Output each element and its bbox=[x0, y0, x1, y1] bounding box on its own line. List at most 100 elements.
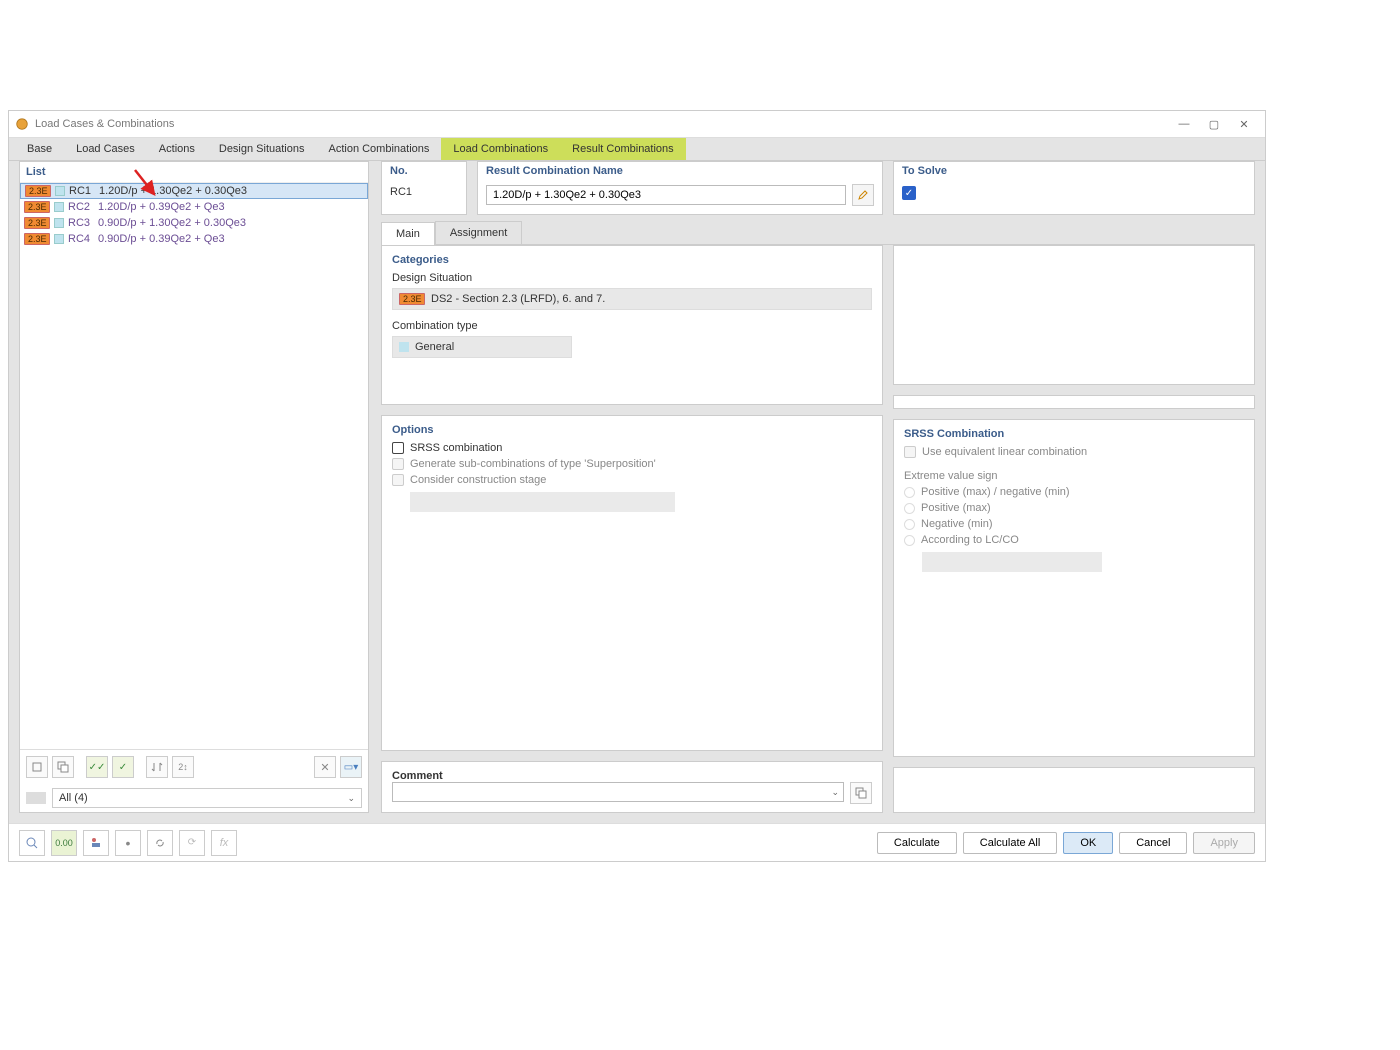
color-swatch bbox=[54, 202, 64, 212]
rc-desc: 1.20D/p + 1.30Qe2 + 0.30Qe3 bbox=[99, 185, 247, 197]
tab-result-combinations[interactable]: Result Combinations bbox=[560, 138, 686, 160]
srss-title: SRSS Combination bbox=[904, 428, 1244, 440]
tab-load-combinations[interactable]: Load Combinations bbox=[441, 138, 560, 160]
maximize-button[interactable]: ▢ bbox=[1199, 114, 1229, 134]
list-item[interactable]: 2.3E RC2 1.20D/p + 0.39Qe2 + Qe3 bbox=[20, 199, 368, 215]
stage-label: Consider construction stage bbox=[410, 474, 546, 486]
sort-button[interactable] bbox=[146, 756, 168, 778]
dialog: Load Cases & Combinations — ▢ ✕ Base Loa… bbox=[8, 110, 1266, 862]
list-header: List bbox=[20, 162, 368, 183]
pill-badge: 2.3E bbox=[399, 293, 425, 305]
app-icon bbox=[15, 117, 29, 131]
solve-label: To Solve bbox=[894, 162, 1254, 180]
ds-label: Design Situation bbox=[392, 272, 872, 284]
categories-title: Categories bbox=[392, 254, 872, 266]
preview-panel bbox=[893, 245, 1255, 385]
filter-dropdown[interactable]: All (4) ⌄ bbox=[52, 788, 362, 808]
name-label: Result Combination Name bbox=[478, 162, 882, 180]
color-swatch bbox=[54, 234, 64, 244]
options-panel: Options SRSS combination Generate sub-co… bbox=[381, 415, 883, 751]
delete-button[interactable]: ✕ bbox=[314, 756, 336, 778]
footer-icon-5[interactable] bbox=[147, 830, 173, 856]
srss-label: SRSS combination bbox=[410, 442, 502, 454]
r3-radio bbox=[904, 519, 915, 530]
options-title: Options bbox=[392, 424, 872, 436]
pill-badge: 2.3E bbox=[24, 201, 50, 213]
ds-field[interactable]: 2.3E DS2 - Section 2.3 (LRFD), 6. and 7. bbox=[392, 288, 872, 310]
rc-id: RC3 bbox=[68, 217, 94, 229]
new-icon bbox=[31, 761, 43, 773]
r4-radio bbox=[904, 535, 915, 546]
renumber-button[interactable]: 2↕ bbox=[172, 756, 194, 778]
close-button[interactable]: ✕ bbox=[1229, 114, 1259, 134]
comment-copy-button[interactable] bbox=[850, 782, 872, 804]
pill-badge: 2.3E bbox=[24, 233, 50, 245]
categories-panel: Categories Design Situation 2.3E DS2 - S… bbox=[381, 245, 883, 405]
cancel-button[interactable]: Cancel bbox=[1119, 832, 1187, 854]
tab-action-combinations[interactable]: Action Combinations bbox=[316, 138, 441, 160]
pill-badge: 2.3E bbox=[25, 185, 51, 197]
filter-value: All (4) bbox=[59, 792, 88, 804]
ok-button[interactable]: OK bbox=[1063, 832, 1113, 854]
color-swatch bbox=[55, 186, 65, 196]
rc-desc: 1.20D/p + 0.39Qe2 + Qe3 bbox=[98, 201, 225, 213]
rc-id: RC2 bbox=[68, 201, 94, 213]
chevron-down-icon: ⌄ bbox=[831, 787, 839, 798]
list-pane: List 2.3E RC1 1.20D/p + 1.30Qe2 + 0.30Qe… bbox=[19, 161, 369, 813]
subtab-main[interactable]: Main bbox=[381, 222, 435, 245]
list-item[interactable]: 2.3E RC3 0.90D/p + 1.30Qe2 + 0.30Qe3 bbox=[20, 215, 368, 231]
new-button[interactable] bbox=[26, 756, 48, 778]
color-swatch bbox=[54, 218, 64, 228]
comment-combo[interactable]: ⌄ bbox=[392, 782, 844, 802]
titlebar: Load Cases & Combinations — ▢ ✕ bbox=[9, 111, 1265, 137]
no-box: No. RC1 bbox=[381, 161, 467, 215]
subtab-assignment[interactable]: Assignment bbox=[435, 221, 522, 244]
pill-badge: 2.3E bbox=[24, 217, 50, 229]
deselect-all-button[interactable]: ✓ bbox=[112, 756, 134, 778]
name-box: Result Combination Name bbox=[477, 161, 883, 215]
r2-radio bbox=[904, 503, 915, 514]
ct-field[interactable]: General bbox=[392, 336, 572, 358]
tab-design-situations[interactable]: Design Situations bbox=[207, 138, 317, 160]
minimize-button[interactable]: — bbox=[1169, 114, 1199, 134]
list-item[interactable]: 2.3E RC1 1.20D/p + 1.30Qe2 + 0.30Qe3 bbox=[20, 183, 368, 199]
rc-desc: 0.90D/p + 0.39Qe2 + Qe3 bbox=[98, 233, 225, 245]
view-mode-button[interactable]: ▭▾ bbox=[340, 756, 362, 778]
sort-icon bbox=[151, 761, 163, 773]
r3-label: Negative (min) bbox=[921, 518, 993, 530]
comment-title: Comment bbox=[392, 770, 872, 782]
select-all-button[interactable]: ✓✓ bbox=[86, 756, 108, 778]
status-strip bbox=[893, 395, 1255, 409]
footer-icon-4[interactable]: • bbox=[115, 830, 141, 856]
rc-id: RC1 bbox=[69, 185, 95, 197]
sub-tabstrip: Main Assignment bbox=[381, 221, 1255, 245]
name-input[interactable] bbox=[486, 185, 846, 205]
srss-panel: SRSS Combination Use equivalent linear c… bbox=[893, 419, 1255, 757]
stage-dropdown bbox=[410, 492, 675, 512]
r1-radio bbox=[904, 487, 915, 498]
footer-icon-2[interactable]: 0.00 bbox=[51, 830, 77, 856]
tab-actions[interactable]: Actions bbox=[147, 138, 207, 160]
r1-label: Positive (max) / negative (min) bbox=[921, 486, 1070, 498]
list-item[interactable]: 2.3E RC4 0.90D/p + 0.39Qe2 + Qe3 bbox=[20, 231, 368, 247]
footer-icon-3[interactable] bbox=[83, 830, 109, 856]
calculate-all-button[interactable]: Calculate All bbox=[963, 832, 1058, 854]
ulc-label: Use equivalent linear combination bbox=[922, 446, 1087, 458]
footer-icon-1[interactable] bbox=[19, 830, 45, 856]
tab-load-cases[interactable]: Load Cases bbox=[64, 138, 147, 160]
dialog-footer: 0.00 • ⟳ fx Calculate Calculate All OK C… bbox=[9, 823, 1265, 861]
pencil-icon bbox=[857, 189, 869, 201]
footer-icon-7[interactable]: fx bbox=[211, 830, 237, 856]
footer-icon-6[interactable]: ⟳ bbox=[179, 830, 205, 856]
solve-checkbox[interactable]: ✓ bbox=[902, 186, 916, 200]
copy-icon bbox=[57, 761, 69, 773]
edit-name-button[interactable] bbox=[852, 184, 874, 206]
copy-button[interactable] bbox=[52, 756, 74, 778]
link-icon bbox=[153, 836, 167, 850]
calculate-button[interactable]: Calculate bbox=[877, 832, 957, 854]
evs-label: Extreme value sign bbox=[904, 470, 998, 482]
srss-checkbox[interactable] bbox=[392, 442, 404, 454]
tab-base[interactable]: Base bbox=[15, 138, 64, 160]
ct-label: Combination type bbox=[392, 320, 872, 332]
no-value: RC1 bbox=[382, 180, 466, 204]
